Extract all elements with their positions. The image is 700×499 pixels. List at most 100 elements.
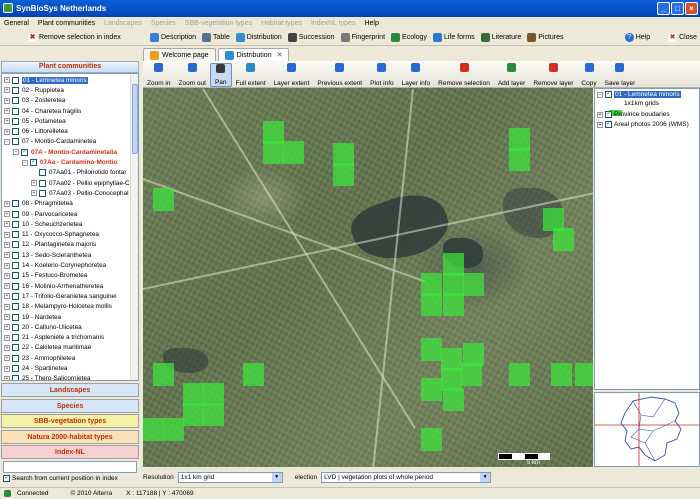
tree-item[interactable]: − 07A - Montio-Cardaminetalia: [13, 147, 117, 157]
toolbar-ecology-button[interactable]: Ecology: [388, 31, 430, 45]
search-current-checkbox[interactable]: Search from current position in index: [3, 473, 118, 482]
tree-item[interactable]: +24 - Spartinetea: [4, 363, 67, 373]
tree-scrollbar[interactable]: [130, 74, 138, 380]
tree-checkbox[interactable]: [39, 169, 46, 177]
toolbar-pictures-button[interactable]: Pictures: [524, 31, 566, 45]
expand-icon[interactable]: +: [4, 324, 10, 331]
tree-checkbox[interactable]: [12, 231, 19, 239]
tree-checkbox[interactable]: [12, 97, 19, 105]
toolbar-literature-button[interactable]: Literature: [478, 31, 525, 45]
tree-checkbox[interactable]: [12, 200, 19, 208]
remove-selection-index-button[interactable]: ✖ Remove selection in index: [0, 31, 139, 45]
tree-checkbox[interactable]: [12, 313, 19, 321]
menu-item[interactable]: Species: [151, 20, 176, 27]
tree-item[interactable]: +07Aa03 - Pellio-Conocephal: [31, 188, 129, 198]
plot-info-button[interactable]: Plot info: [366, 63, 398, 87]
distribution-map[interactable]: 5 km: [143, 88, 593, 467]
layer-lemnetea[interactable]: − 01 - Lemnetea minoris: [597, 89, 681, 98]
tree-item[interactable]: +15 - Festuco-Brometea: [4, 271, 87, 281]
expand-icon[interactable]: +: [4, 365, 10, 372]
expand-icon[interactable]: +: [4, 252, 10, 259]
layer-province-boundaries[interactable]: + Province boudaries: [597, 109, 670, 118]
expand-icon[interactable]: +: [597, 111, 603, 118]
toolbar-distribution-button[interactable]: Distribution: [233, 31, 285, 45]
copy-button[interactable]: Copy: [577, 63, 600, 87]
maximize-button[interactable]: □: [671, 2, 684, 15]
expand-icon[interactable]: +: [4, 200, 10, 207]
minimize-button[interactable]: _: [657, 2, 670, 15]
save-layer-button[interactable]: Save layer: [601, 63, 640, 87]
expand-icon[interactable]: +: [4, 231, 10, 238]
pan-button[interactable]: Pan: [209, 63, 232, 87]
tree-checkbox[interactable]: [12, 282, 19, 290]
tree-item[interactable]: +23 - Ammophiletea: [4, 353, 75, 363]
layer-visibility-checkbox[interactable]: [605, 109, 612, 118]
tree-item[interactable]: +20 - Calluno-Ulicetea: [4, 322, 82, 332]
tree-item[interactable]: +05 - Potametea: [4, 116, 66, 126]
expand-icon[interactable]: +: [4, 262, 10, 269]
tree-checkbox[interactable]: [12, 86, 19, 94]
search-input[interactable]: [3, 461, 137, 473]
resolution-select[interactable]: 1x1 km grid ▼: [177, 471, 283, 483]
expand-icon[interactable]: +: [4, 303, 10, 310]
tree-item[interactable]: +12 - Plantaginetea majoris: [4, 240, 96, 250]
tree-item[interactable]: +11 - Oxycocco-Sphagnetea: [4, 230, 99, 240]
tree-checkbox[interactable]: [12, 138, 19, 146]
tree-checkbox[interactable]: [12, 354, 19, 362]
zoom-out-button[interactable]: Zoom out: [174, 63, 209, 87]
toolbar-succession-button[interactable]: Succession: [285, 31, 338, 45]
expand-icon[interactable]: +: [4, 108, 10, 115]
tree-item[interactable]: − 07Aa - Cardamino-Montio: [22, 157, 117, 167]
tab-welcome-page[interactable]: Welcome page: [143, 48, 216, 61]
zoom-in-button[interactable]: Zoom in: [143, 63, 174, 87]
tree-checkbox[interactable]: [12, 272, 19, 280]
tree-checkbox[interactable]: [12, 220, 19, 228]
expand-icon[interactable]: +: [4, 97, 10, 104]
category-button[interactable]: Natura 2000-habitat types: [1, 429, 139, 444]
expand-icon[interactable]: +: [4, 314, 10, 321]
tree-item[interactable]: +08 - Phragmitetea: [4, 199, 73, 209]
tree-checkbox[interactable]: [12, 128, 19, 136]
expand-icon[interactable]: +: [4, 355, 10, 362]
tree-checkbox[interactable]: [12, 375, 19, 380]
add-layer-button[interactable]: Add layer: [494, 63, 529, 87]
tab-distribution[interactable]: Distribution ✕: [217, 48, 290, 61]
tree-item[interactable]: +06 - Littorelletea: [4, 127, 68, 137]
expand-icon[interactable]: +: [4, 334, 10, 341]
tree-checkbox[interactable]: [12, 303, 19, 311]
tree-checkbox[interactable]: [39, 189, 46, 197]
expand-icon[interactable]: +: [4, 241, 10, 248]
tree-checkbox[interactable]: [12, 251, 19, 259]
toolbar-fingerprint-button[interactable]: Fingerprint: [338, 31, 388, 45]
tree-checkbox[interactable]: [39, 179, 46, 187]
expand-icon[interactable]: +: [31, 190, 37, 197]
layer-extent-button[interactable]: Layer extent: [270, 63, 314, 87]
tree-checkbox[interactable]: [12, 117, 19, 125]
menu-item[interactable]: Plant communities: [38, 20, 95, 27]
toolbar-life-forms-button[interactable]: Life forms: [430, 31, 478, 45]
tree-checkbox[interactable]: [12, 334, 19, 342]
tree-checkbox[interactable]: [12, 107, 19, 115]
tree-checkbox[interactable]: [12, 365, 19, 373]
expand-icon[interactable]: +: [4, 344, 10, 351]
layer-info-button[interactable]: Layer info: [398, 63, 435, 87]
overview-minimap[interactable]: [594, 392, 700, 467]
menu-item[interactable]: SBB-vegetation types: [185, 20, 252, 27]
layer-visibility-checkbox[interactable]: [605, 89, 612, 98]
close-window-button[interactable]: ×: [685, 2, 698, 15]
tab-close-icon[interactable]: ✕: [277, 51, 283, 59]
tree-item[interactable]: +16 - Molinio-Arrhenatheretea: [4, 281, 103, 291]
tree-item[interactable]: +13 - Sedo-Scleranthetea: [4, 250, 91, 260]
category-button[interactable]: Species: [1, 398, 139, 413]
scrollbar-thumb[interactable]: [132, 84, 138, 154]
selection-select[interactable]: LVD | vegetation plots of whole period ▼: [321, 471, 492, 483]
tree-item[interactable]: +09 - Parvocaricetea: [4, 209, 77, 219]
tree-item[interactable]: +10 - Scheuchzerietea: [4, 219, 82, 229]
menu-item[interactable]: IndexNL types: [311, 20, 356, 27]
expand-icon[interactable]: +: [4, 221, 10, 228]
expand-icon[interactable]: +: [4, 77, 10, 84]
tree-item[interactable]: +22 - Cakiletea maritimae: [4, 343, 91, 353]
collapse-icon[interactable]: −: [4, 138, 10, 145]
tree-checkbox[interactable]: [12, 76, 19, 84]
tree-checkbox[interactable]: [30, 157, 37, 167]
